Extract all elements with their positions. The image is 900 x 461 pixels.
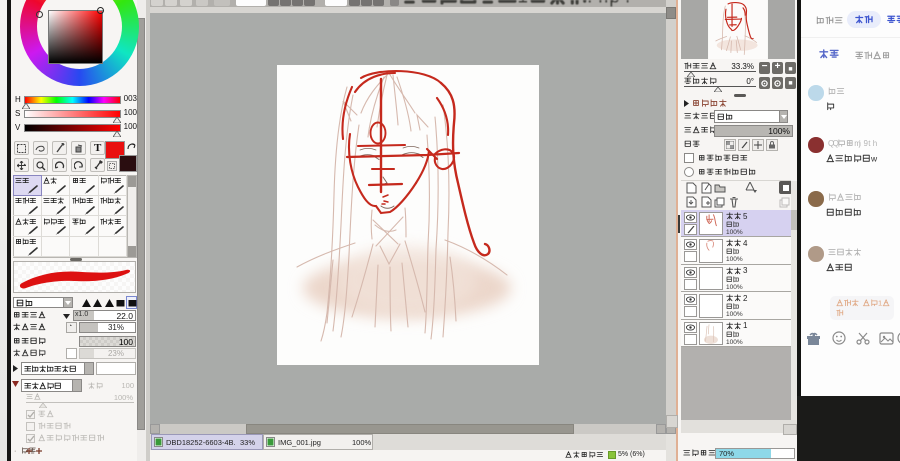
svg-text:p: p: [609, 0, 620, 7]
svg-text:w: w: [870, 153, 878, 163]
svg-text:V: V: [15, 123, 21, 132]
svg-text:.: .: [587, 0, 592, 7]
svg-text:t: t: [868, 139, 871, 148]
svg-text:H: H: [15, 95, 21, 104]
svg-text:S: S: [15, 109, 20, 118]
svg-text:h: h: [873, 139, 877, 148]
svg-text:4: 4: [620, 0, 631, 7]
svg-text:·: ·: [14, 448, 16, 455]
svg-text:1: 1: [517, 0, 528, 7]
svg-text:j: j: [858, 139, 861, 148]
svg-text:Q: Q: [833, 139, 839, 148]
svg-text:1: 1: [878, 299, 882, 308]
